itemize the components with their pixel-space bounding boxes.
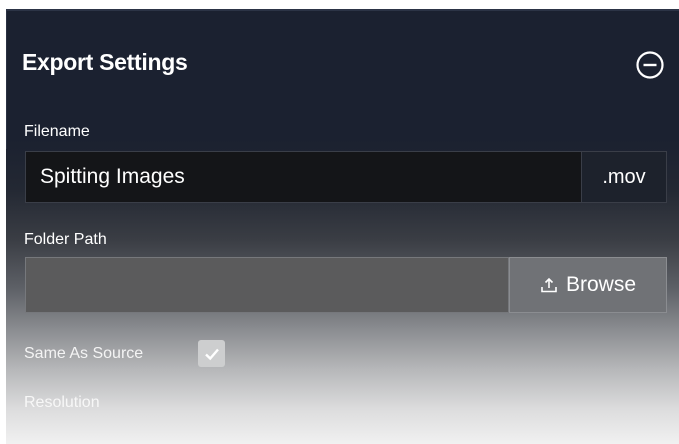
filename-label: Filename — [24, 123, 90, 140]
folder-path-label: Folder Path — [24, 231, 107, 248]
minus-circle-icon — [636, 51, 664, 79]
browse-label: Browse — [565, 273, 637, 296]
browse-button[interactable]: Browse — [509, 257, 667, 313]
collapse-button[interactable] — [635, 50, 665, 80]
screen: Export Settings Filename .mov Folder Pat… — [0, 0, 679, 444]
panel-title: Export Settings — [22, 49, 188, 75]
same-as-source-label: Same As Source — [24, 345, 144, 362]
panel-divider — [6, 9, 679, 11]
checkmark-icon — [204, 348, 219, 360]
resolution-label: Resolution — [24, 394, 100, 411]
panel-border — [6, 9, 7, 149]
upload-icon — [541, 277, 557, 293]
export-settings-panel: Export Settings Filename .mov Folder Pat… — [6, 9, 679, 444]
filename-input[interactable] — [25, 151, 582, 203]
same-as-source-checkbox[interactable] — [198, 340, 225, 367]
folder-path-input[interactable] — [25, 257, 509, 313]
file-extension: .mov — [582, 151, 667, 203]
